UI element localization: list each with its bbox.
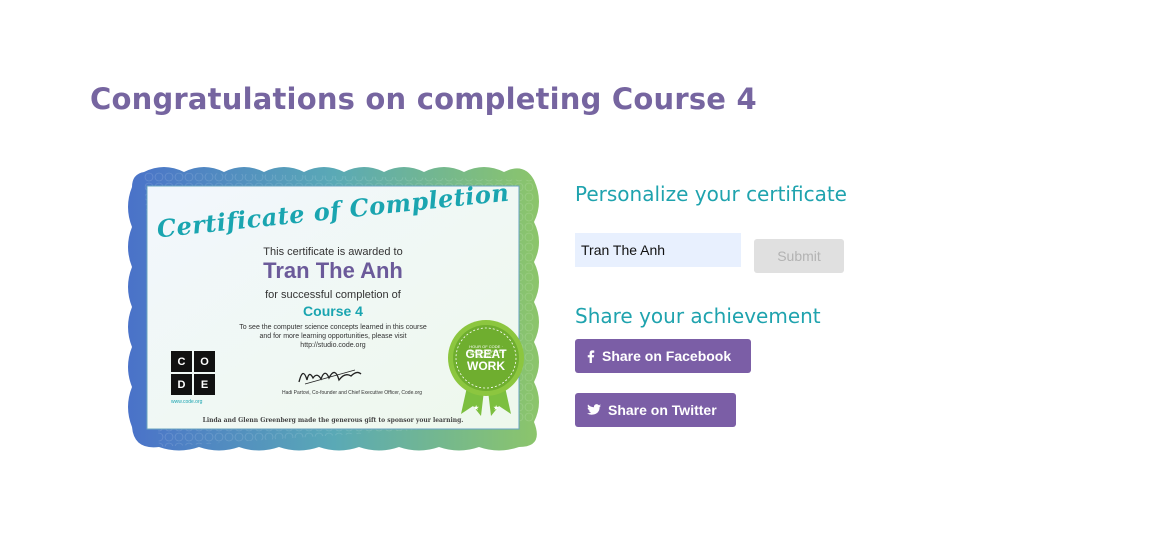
code-logo-letter: E (194, 374, 215, 395)
code-logo-letter: D (171, 374, 192, 395)
certificate-heading: Certificate of Completion (155, 177, 511, 244)
certificate-course-name: Course 4 (303, 303, 363, 319)
page-title: Congratulations on completing Course 4 (90, 82, 757, 116)
code-logo-letter: C (171, 351, 192, 372)
certificate-info: To see the computer science concepts lea… (207, 323, 459, 350)
certificate-completion-text: for successful completion of (265, 289, 401, 301)
signature-caption: Hadi Partovi, Co-founder and Chief Execu… (282, 390, 422, 396)
code-logo-url: www.code.org (171, 399, 203, 405)
certificate-image: Certificate of Completion This certifica… (124, 162, 542, 453)
svg-text:★: ★ (493, 404, 499, 412)
certificate-recipient-name: Tran The Anh (263, 258, 403, 283)
ribbon-badge-icon: ★ ★ HOUR OF CODE · LEARN COMPUTER SCIENC… (445, 318, 527, 418)
twitter-icon (587, 404, 601, 416)
certificate-footer: Linda and Glenn Greenberg made the gener… (202, 417, 464, 424)
share-title: Share your achievement (575, 304, 821, 328)
certificate-info-url: http://studio.code.org (300, 342, 366, 349)
code-logo-letter: O (194, 351, 215, 372)
facebook-icon (587, 349, 595, 363)
share-twitter-button[interactable]: Share on Twitter (575, 393, 736, 427)
share-facebook-label: Share on Facebook (602, 348, 732, 364)
code-logo: C O D E (171, 351, 215, 395)
certificate-info-line-2: and for more learning opportunities, ple… (259, 333, 407, 340)
certificate-info-line-1: To see the computer science concepts lea… (239, 324, 427, 331)
badge-label: GREAT WORK (465, 347, 507, 373)
personalize-title: Personalize your certificate (575, 182, 847, 206)
submit-button[interactable]: Submit (754, 239, 844, 273)
share-twitter-label: Share on Twitter (608, 402, 717, 418)
share-facebook-button[interactable]: Share on Facebook (575, 339, 751, 373)
name-input[interactable] (575, 233, 741, 267)
certificate-awarded-text: This certificate is awarded to (263, 246, 403, 258)
svg-text:★: ★ (473, 404, 479, 412)
